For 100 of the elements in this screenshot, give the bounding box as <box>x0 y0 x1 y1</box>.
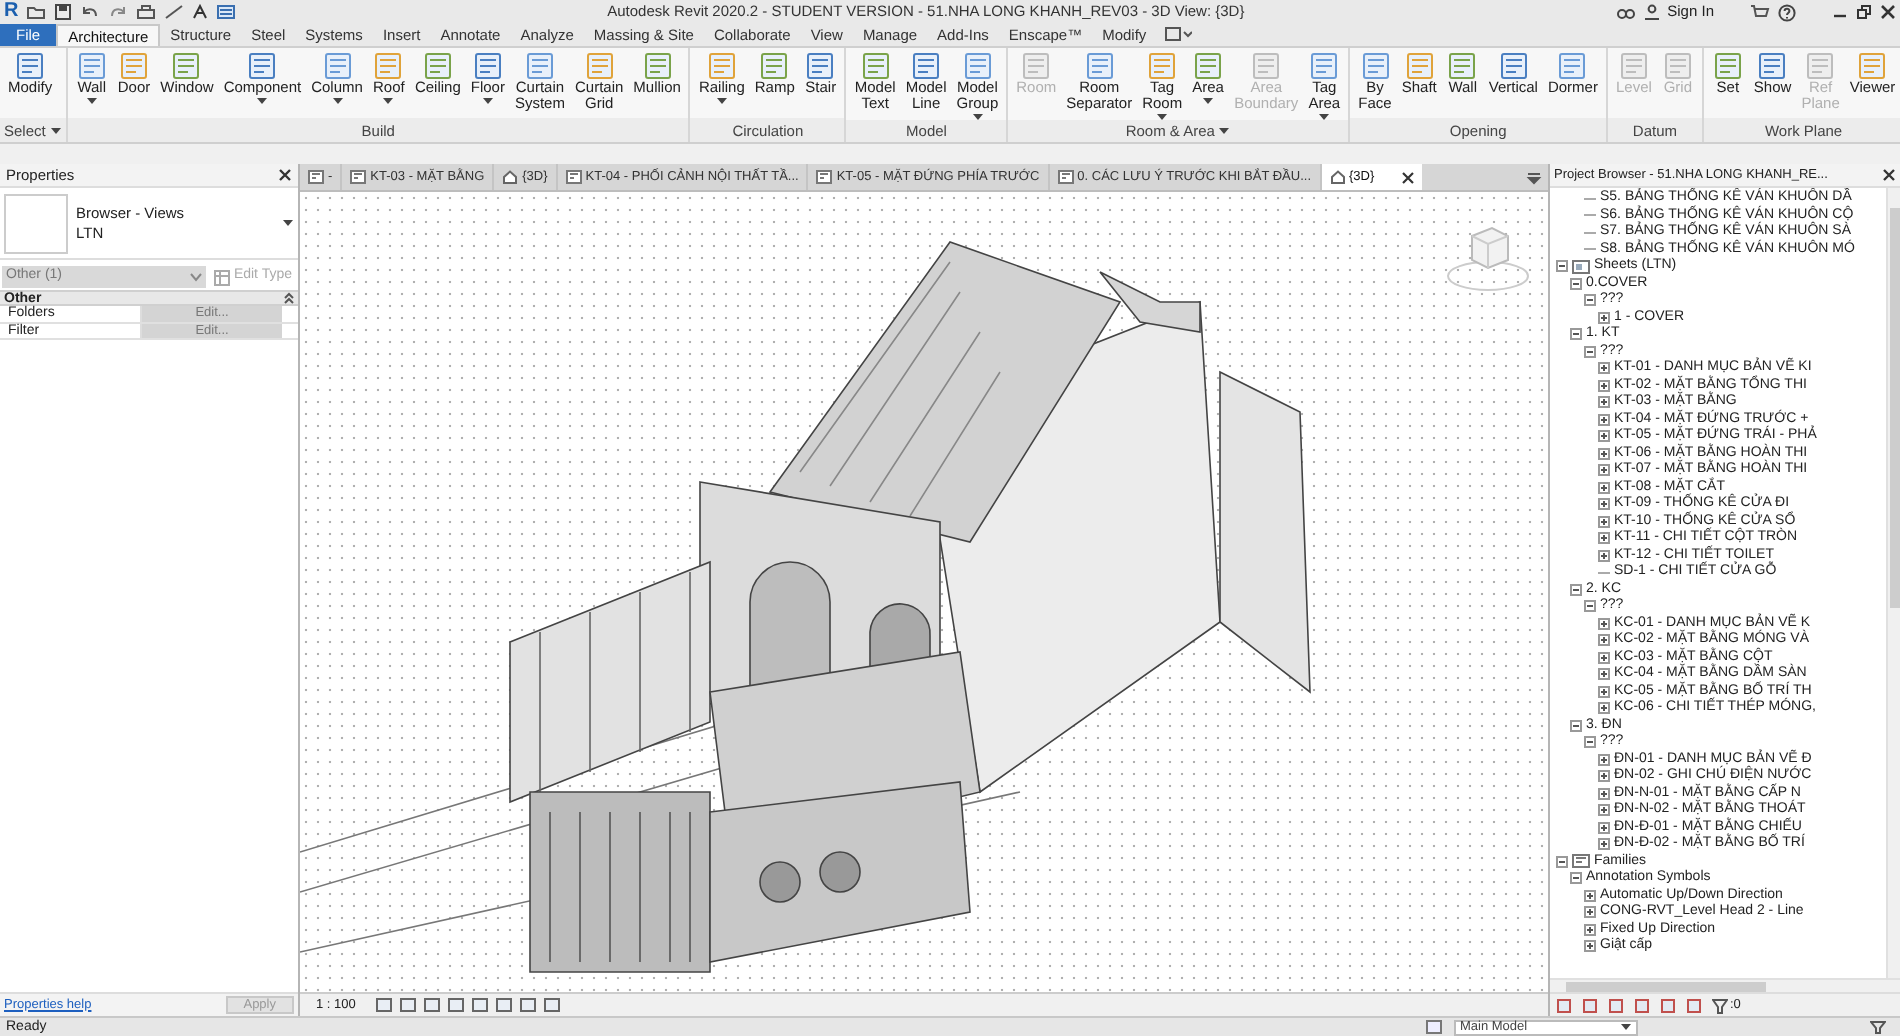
expand-toggle-icon[interactable] <box>1598 481 1610 494</box>
caret-icon <box>1218 126 1231 137</box>
tool-icon <box>321 52 354 80</box>
tool-icon <box>1146 52 1179 80</box>
close-icon[interactable] <box>1402 171 1415 183</box>
expand-toggle-icon[interactable] <box>1598 549 1610 562</box>
collapse-toggle-icon[interactable] <box>1584 600 1596 613</box>
collapse-toggle-icon[interactable] <box>1556 260 1568 273</box>
tool-icon <box>1711 52 1744 80</box>
edit-type-icon <box>213 269 230 285</box>
tool-icon <box>1083 52 1116 80</box>
help-icon[interactable] <box>1778 3 1796 21</box>
expand-toggle-icon[interactable] <box>1598 702 1610 715</box>
tool-icon <box>705 52 738 80</box>
expand-toggle-icon[interactable] <box>1598 787 1610 800</box>
print-icon[interactable] <box>136 4 157 20</box>
close-icon[interactable] <box>1882 168 1896 182</box>
caret-icon <box>85 96 98 106</box>
families-icon <box>1572 854 1590 869</box>
caret-icon <box>282 218 294 228</box>
collapse-toggle-icon[interactable] <box>1570 719 1582 732</box>
tool-icon <box>1446 52 1479 80</box>
filter-icon[interactable] <box>1870 1020 1886 1034</box>
expand-toggle-icon[interactable] <box>1598 362 1610 375</box>
binoculars-icon[interactable] <box>1615 4 1636 20</box>
caret-icon <box>715 96 728 106</box>
tool-icon <box>758 52 791 80</box>
user-icon[interactable] <box>1643 4 1660 20</box>
expand-toggle-icon[interactable] <box>1598 447 1610 460</box>
collapse-toggle-icon[interactable] <box>1584 345 1596 358</box>
caret-icon <box>256 96 269 106</box>
expand-toggle-icon[interactable] <box>1598 617 1610 630</box>
collapse-toggle-icon[interactable] <box>1584 736 1596 749</box>
horizontal-scrollbar[interactable] <box>1550 978 1900 992</box>
caret-icon <box>382 96 395 106</box>
tool-icon <box>1556 52 1589 80</box>
expand-toggle-icon[interactable] <box>1598 396 1610 409</box>
close-icon[interactable] <box>278 168 292 182</box>
open-folder-icon[interactable] <box>26 4 47 20</box>
tool-icon <box>372 52 405 80</box>
thin-lines-icon[interactable] <box>216 4 237 20</box>
tool-icon <box>641 52 674 80</box>
expand-toggle-icon[interactable] <box>1598 311 1610 324</box>
vertical-scrollbar[interactable] <box>1886 188 1900 978</box>
expand-toggle-icon[interactable] <box>1598 515 1610 528</box>
tool-icon <box>804 52 837 80</box>
caret-icon <box>331 96 344 106</box>
expand-toggle-icon[interactable] <box>1584 906 1596 919</box>
expand-toggle-icon[interactable] <box>1584 923 1596 936</box>
expand-toggle-icon[interactable] <box>1584 889 1596 902</box>
floor-plan-icon <box>308 170 324 184</box>
text-icon[interactable] <box>192 4 209 20</box>
tool-icon <box>170 52 203 80</box>
expand-toggle-icon[interactable] <box>1598 634 1610 647</box>
expand-toggle-icon[interactable] <box>1598 532 1610 545</box>
measure-icon[interactable] <box>164 4 185 20</box>
expand-toggle-icon[interactable] <box>1598 413 1610 426</box>
tool-icon <box>421 52 454 80</box>
tab-list-icon[interactable] <box>1526 169 1542 185</box>
collapse-toggle-icon[interactable] <box>1570 277 1582 290</box>
collapse-toggle-icon[interactable] <box>1584 294 1596 307</box>
collapse-toggle-icon[interactable] <box>1570 328 1582 341</box>
expand-toggle-icon[interactable] <box>1598 753 1610 766</box>
floor-plan-icon <box>350 170 367 184</box>
panel-toggle-icon[interactable] <box>1164 26 1193 42</box>
expand-toggle-icon[interactable] <box>1598 685 1610 698</box>
close-icon[interactable] <box>1880 4 1896 20</box>
filter-icon[interactable] <box>1712 997 1728 1013</box>
expand-toggle-icon[interactable] <box>1598 464 1610 477</box>
tool-icon <box>523 52 556 80</box>
expand-toggle-icon[interactable] <box>1598 770 1610 783</box>
restore-icon[interactable] <box>1856 4 1872 20</box>
sheets-icon <box>1572 259 1590 274</box>
expand-toggle-icon[interactable] <box>1598 498 1610 511</box>
app-logo[interactable]: R <box>4 2 19 22</box>
caret-icon <box>1202 96 1215 106</box>
expand-toggle-icon[interactable] <box>1598 430 1610 443</box>
save-icon[interactable] <box>54 4 73 20</box>
cart-icon[interactable] <box>1750 4 1770 20</box>
expand-toggle-icon[interactable] <box>1598 838 1610 851</box>
undo-icon[interactable] <box>80 4 101 20</box>
expand-toggle-icon[interactable] <box>1598 821 1610 834</box>
expand-toggle-icon[interactable] <box>1598 379 1610 392</box>
floor-plan-icon <box>565 170 582 184</box>
tool-icon <box>1497 52 1530 80</box>
tool-icon <box>1756 52 1789 80</box>
caret-icon <box>189 272 202 282</box>
house-icon <box>502 170 519 184</box>
expand-toggle-icon[interactable] <box>1584 940 1596 953</box>
collapse-toggle-icon[interactable] <box>1570 872 1582 885</box>
caret-icon <box>49 125 62 136</box>
tool-icon <box>910 52 943 80</box>
tool-icon <box>961 52 994 80</box>
redo-icon[interactable] <box>108 4 129 20</box>
expand-toggle-icon[interactable] <box>1598 668 1610 681</box>
collapse-toggle-icon[interactable] <box>1556 855 1568 868</box>
expand-toggle-icon[interactable] <box>1598 651 1610 664</box>
tool-icon <box>1403 52 1436 80</box>
expand-toggle-icon[interactable] <box>1598 804 1610 817</box>
collapse-toggle-icon[interactable] <box>1570 583 1582 596</box>
